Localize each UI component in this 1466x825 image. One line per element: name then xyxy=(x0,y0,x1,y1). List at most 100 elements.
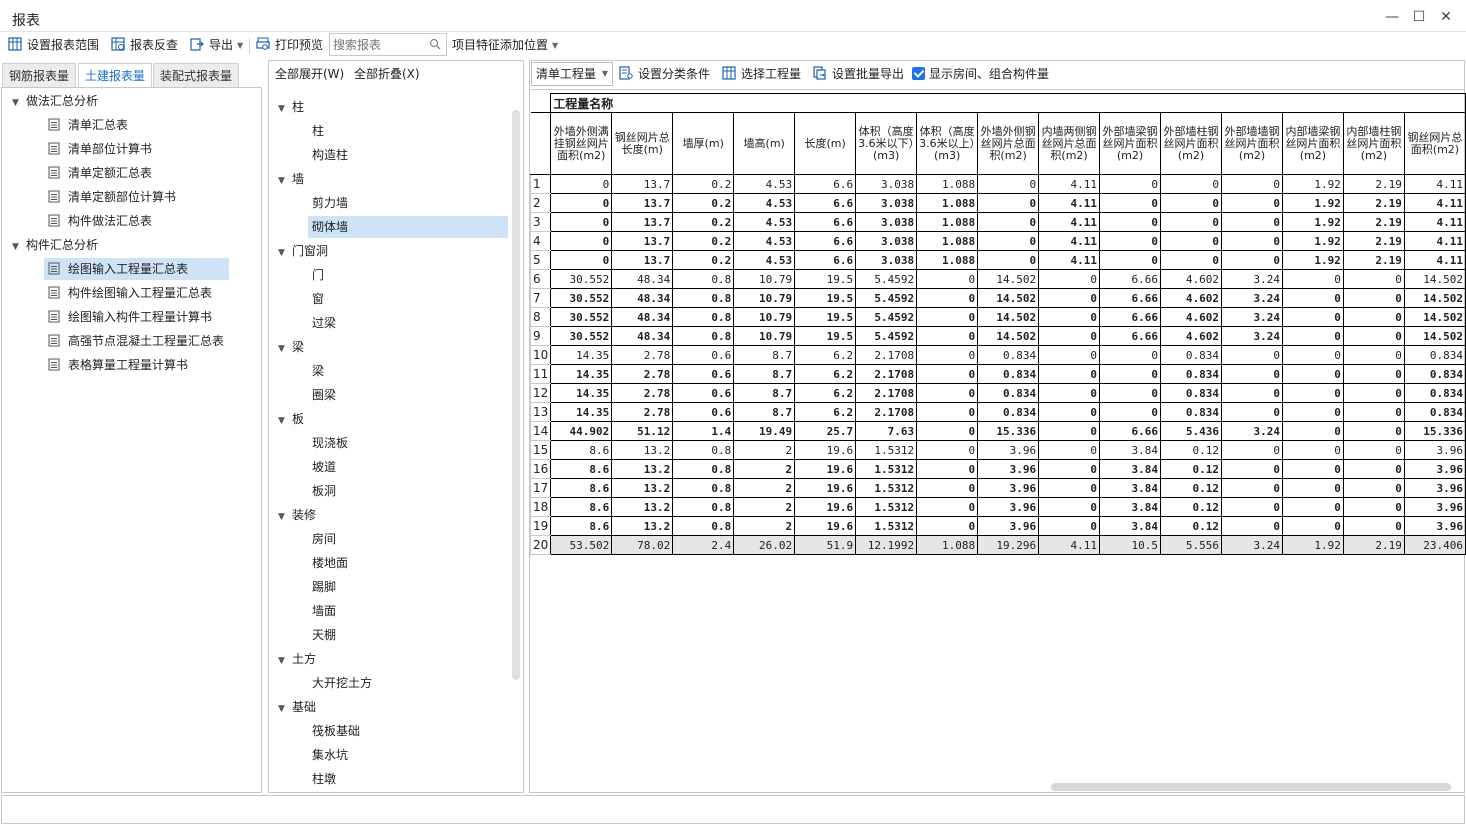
table-row[interactable]: 9 30.552 48.34 0.8 10.79 19.5 5.4592 0 14.502 0 6.… xyxy=(529,326,1466,346)
table-cell[interactable]: 19.5 xyxy=(794,269,857,289)
table-cell[interactable]: 0 xyxy=(1281,345,1344,365)
table-cell[interactable]: 1.088 xyxy=(916,250,979,270)
batch-export-button[interactable]: 设置批量导出 xyxy=(813,62,904,86)
table-cell[interactable]: 78.02 xyxy=(611,535,674,555)
table-cell[interactable]: 19.6 xyxy=(794,440,857,460)
table-cell[interactable]: 0.834 xyxy=(1403,345,1466,365)
column-header[interactable]: 外部墙柱钢丝网片面积(m2) xyxy=(1160,112,1222,175)
table-cell[interactable]: 48.34 xyxy=(611,307,674,327)
table-row[interactable]: 17 8.6 13.2 0.8 2 19.6 1.5312 0 3.96 0 3.84 0.12 0 0 0… xyxy=(529,478,1466,498)
table-cell[interactable]: 3.24 xyxy=(1220,326,1283,346)
table-cell[interactable]: 0.834 xyxy=(1160,383,1222,403)
table-cell[interactable]: 7.63 xyxy=(855,421,918,441)
table-cell[interactable]: 4.11 xyxy=(1403,212,1466,232)
table-cell[interactable]: 14.35 xyxy=(550,364,613,384)
table-cell[interactable]: 0 xyxy=(977,193,1040,213)
table-cell[interactable]: 0 xyxy=(1099,212,1162,232)
column-header[interactable]: 外部墙墙钢丝网片面积(m2) xyxy=(1220,112,1283,175)
table-cell[interactable]: 2.19 xyxy=(1342,174,1405,194)
table-cell[interactable]: 13.7 xyxy=(611,250,674,270)
table-cell[interactable]: 4.11 xyxy=(1038,535,1101,555)
table-cell[interactable]: 3.24 xyxy=(1220,535,1283,555)
table-cell[interactable]: 0 xyxy=(1038,459,1101,479)
table-cell[interactable]: 2.19 xyxy=(1342,535,1405,555)
table-cell[interactable]: 0.2 xyxy=(672,250,735,270)
table-cell[interactable]: 0.834 xyxy=(1403,383,1466,403)
table-cell[interactable]: 4.53 xyxy=(733,250,796,270)
table-cell[interactable]: 0 xyxy=(1220,174,1283,194)
table-cell[interactable]: 2 xyxy=(733,497,796,517)
table-cell[interactable]: 6.2 xyxy=(794,364,857,384)
table-cell[interactable]: 0 xyxy=(1099,174,1162,194)
table-cell[interactable]: 10.79 xyxy=(733,288,796,308)
table-cell[interactable]: 6.2 xyxy=(794,402,857,422)
table-cell[interactable]: 0 xyxy=(1220,478,1283,498)
table-row[interactable]: 15 8.6 13.2 0.8 2 19.6 1.5312 0 3.96 0 3.84 0.12 0 0 0… xyxy=(529,440,1466,460)
table-cell[interactable]: 51.12 xyxy=(611,421,674,441)
table-cell[interactable]: 10.79 xyxy=(733,326,796,346)
table-cell[interactable]: 13.7 xyxy=(611,193,674,213)
table-row[interactable]: 3 0 13.7 0.2 4.53 6.6 3.038 1.088 0 4.11 0 0 0 1.92 2.… xyxy=(529,212,1466,232)
table-cell[interactable]: 5.4592 xyxy=(855,307,918,327)
tree-item[interactable]: 构造柱 xyxy=(312,144,348,166)
table-cell[interactable]: 0 xyxy=(1160,250,1222,270)
row-number[interactable]: 10 xyxy=(529,345,552,365)
table-cell[interactable]: 2.19 xyxy=(1342,193,1405,213)
table-cell[interactable]: 2 xyxy=(733,459,796,479)
table-row[interactable]: 13 14.35 2.78 0.6 8.7 6.2 2.1708 0 0.834 0 0 0.834 0… xyxy=(529,402,1466,422)
table-cell[interactable]: 51.9 xyxy=(794,535,857,555)
table-cell[interactable]: 0 xyxy=(1038,383,1101,403)
row-number[interactable]: 11 xyxy=(529,364,552,384)
table-cell[interactable]: 0.8 xyxy=(672,497,735,517)
column-header[interactable]: 内部墙梁钢丝网片面积(m2) xyxy=(1281,112,1344,175)
print-preview-button[interactable]: 打印预览 xyxy=(256,36,323,54)
row-number[interactable]: 2 xyxy=(529,193,552,213)
table-cell[interactable]: 0.834 xyxy=(977,345,1040,365)
table-cell[interactable]: 0 xyxy=(916,326,979,346)
table-cell[interactable]: 0 xyxy=(916,383,979,403)
table-cell[interactable]: 53.502 xyxy=(550,535,613,555)
table-cell[interactable]: 3.24 xyxy=(1220,421,1283,441)
table-cell[interactable]: 19.5 xyxy=(794,326,857,346)
table-cell[interactable]: 1.5312 xyxy=(855,478,918,498)
table-row[interactable]: 12 14.35 2.78 0.6 8.7 6.2 2.1708 0 0.834 0 0 0.834 0… xyxy=(529,383,1466,403)
table-cell[interactable]: 0 xyxy=(1160,212,1222,232)
tree-item[interactable]: 筏板基础 xyxy=(312,720,360,742)
table-cell[interactable]: 0 xyxy=(1038,402,1101,422)
table-cell[interactable]: 0 xyxy=(977,212,1040,232)
table-cell[interactable]: 8.7 xyxy=(733,402,796,422)
table-cell[interactable]: 2 xyxy=(733,516,796,536)
row-number[interactable]: 12 xyxy=(529,383,552,403)
table-cell[interactable]: 3.96 xyxy=(1403,497,1466,517)
row-number[interactable]: 20 xyxy=(529,535,552,555)
table-cell[interactable]: 19.5 xyxy=(794,288,857,308)
column-header[interactable]: 外部墙梁钢丝网片面积(m2) xyxy=(1099,112,1162,175)
table-cell[interactable]: 3.96 xyxy=(1403,440,1466,460)
row-number[interactable]: 15 xyxy=(529,440,552,460)
table-cell[interactable]: 0 xyxy=(1281,478,1344,498)
table-cell[interactable]: 0.2 xyxy=(672,231,735,251)
tree-item[interactable]: 天棚 xyxy=(312,624,336,646)
vertical-scrollbar[interactable] xyxy=(512,110,520,680)
tree-item[interactable]: 墙面 xyxy=(312,600,336,622)
row-number[interactable]: 13 xyxy=(529,402,552,422)
table-cell[interactable]: 0 xyxy=(1342,269,1405,289)
tree-item-bill-summary[interactable]: 清单汇总表 xyxy=(48,114,128,136)
table-cell[interactable]: 6.6 xyxy=(794,231,857,251)
column-header[interactable]: 墙厚(m) xyxy=(672,112,735,175)
table-cell[interactable]: 14.502 xyxy=(1403,307,1466,327)
table-cell[interactable]: 19.5 xyxy=(794,307,857,327)
row-number[interactable]: 14 xyxy=(529,421,552,441)
collapse-all-button[interactable]: 全部折叠(X) xyxy=(354,62,420,86)
table-cell[interactable]: 3.038 xyxy=(855,250,918,270)
tree-item[interactable]: 大开挖土方 xyxy=(312,672,372,694)
table-cell[interactable]: 3.038 xyxy=(855,231,918,251)
table-cell[interactable]: 0.834 xyxy=(1160,402,1222,422)
column-header[interactable]: 墙高(m) xyxy=(733,112,796,175)
table-cell[interactable]: 0 xyxy=(916,497,979,517)
table-cell[interactable]: 4.53 xyxy=(733,193,796,213)
table-cell[interactable]: 0 xyxy=(1281,459,1344,479)
table-cell[interactable]: 1.088 xyxy=(916,231,979,251)
reverse-check-button[interactable]: 报表反查 xyxy=(111,36,178,54)
table-cell[interactable]: 4.53 xyxy=(733,231,796,251)
